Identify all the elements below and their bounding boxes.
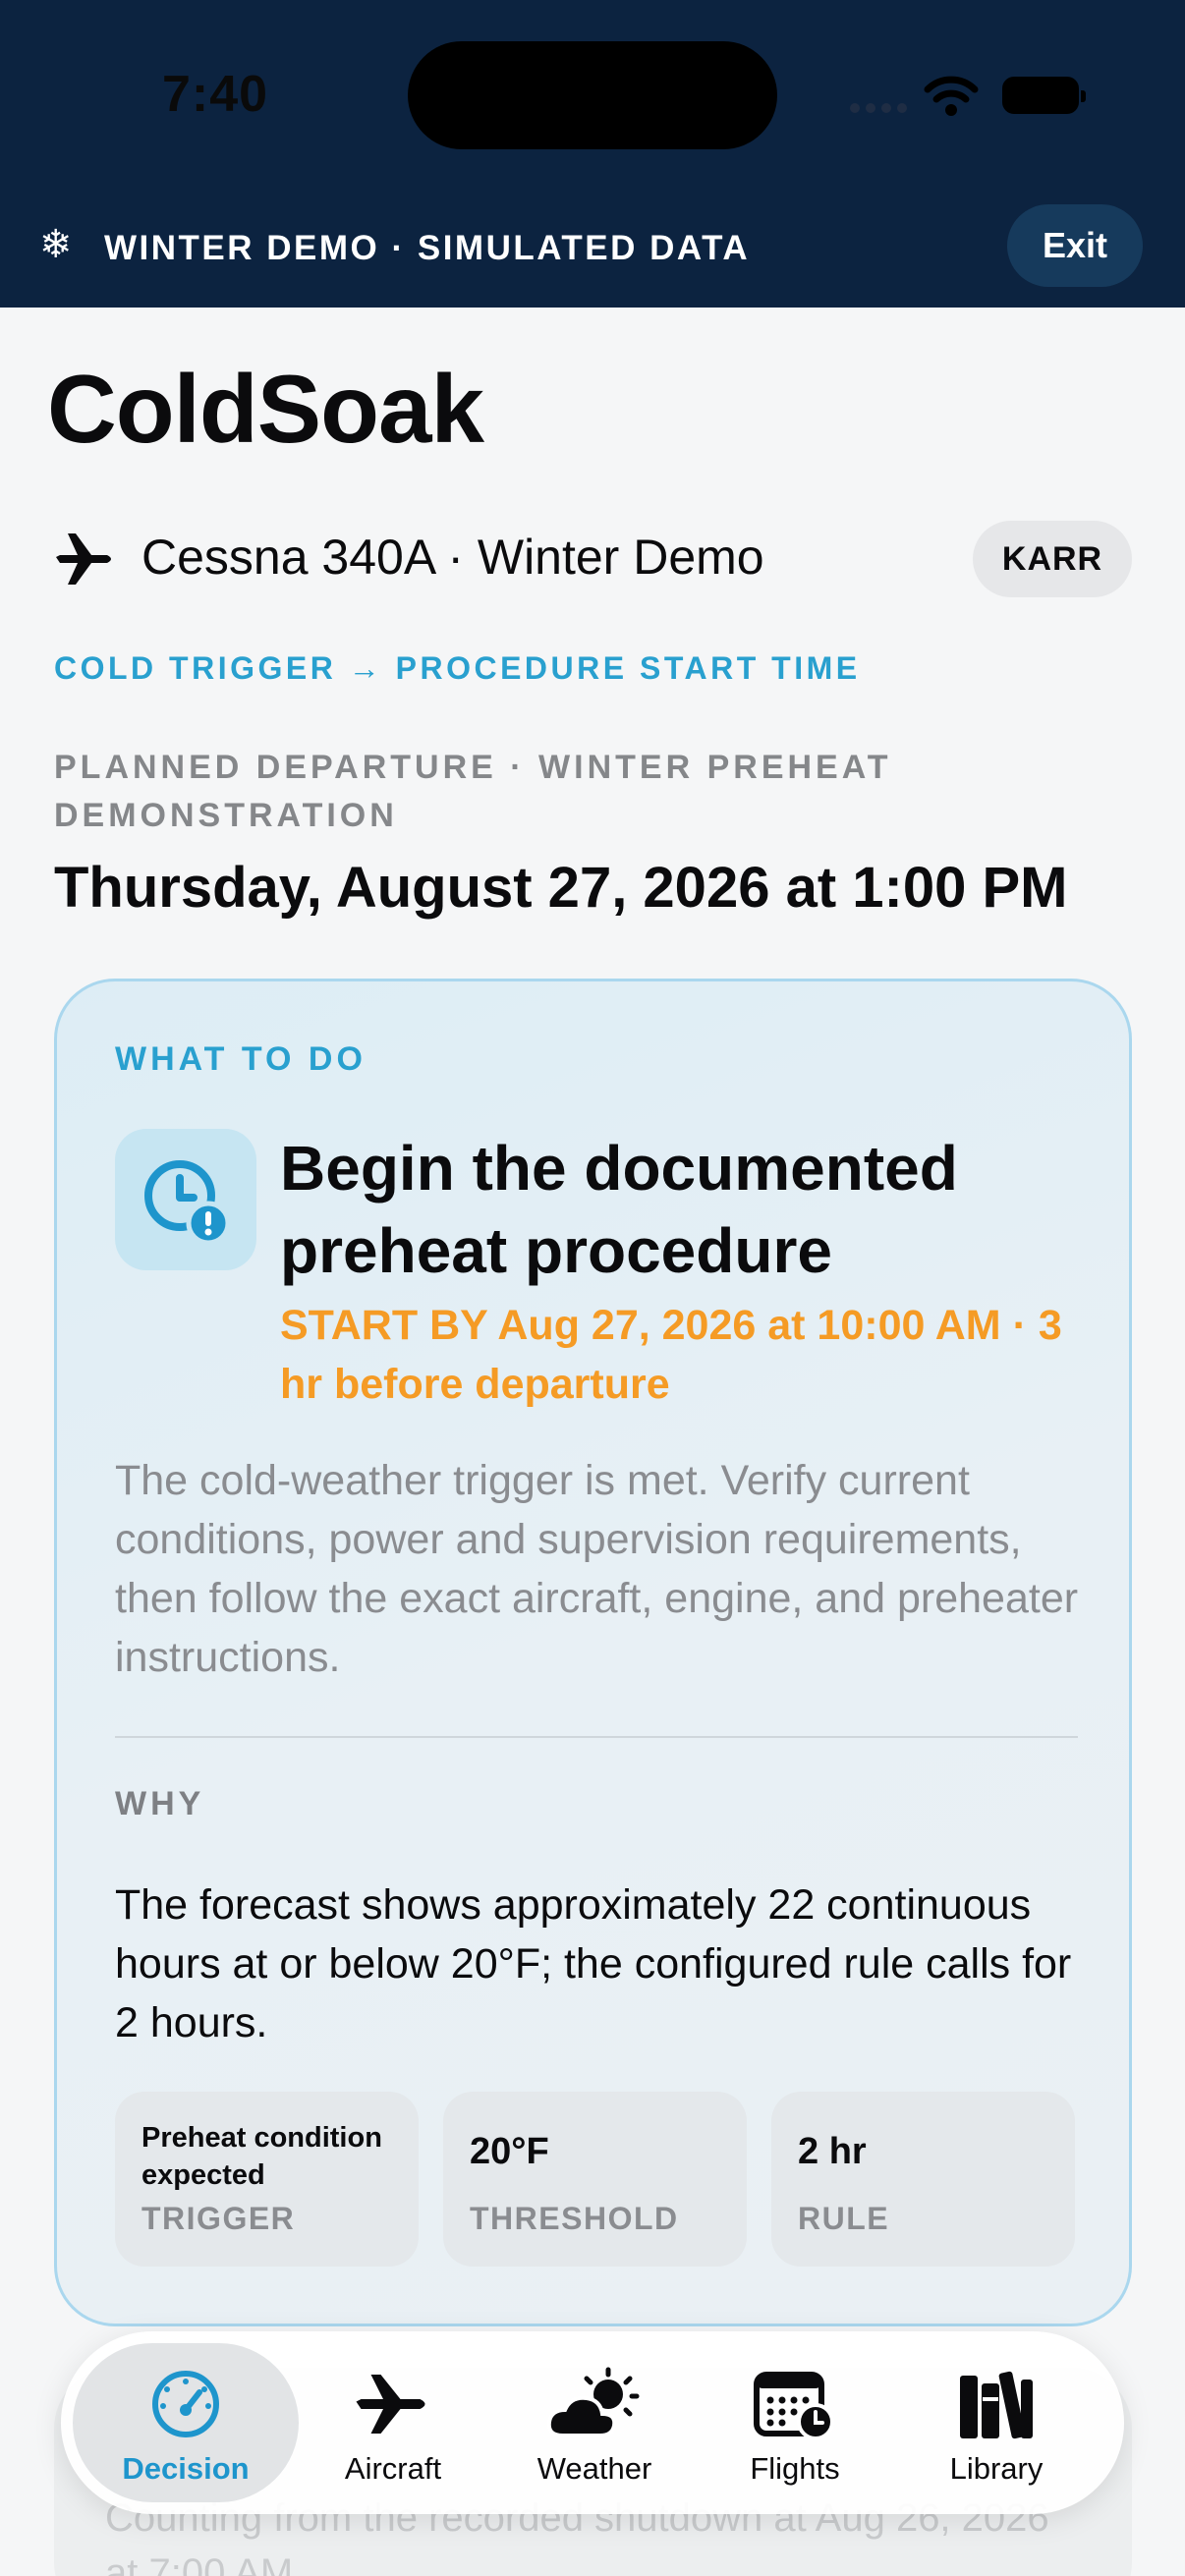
exit-button[interactable]: Exit — [1007, 204, 1143, 287]
stat-key: RULE — [798, 2201, 890, 2236]
calendar-clock-icon — [751, 2365, 839, 2443]
stat-key: TRIGGER — [141, 2201, 296, 2236]
stat-value: 2 hr — [798, 2131, 867, 2172]
divider — [115, 1736, 1078, 1738]
aircraft-name: Cessna 340A · Winter Demo — [141, 530, 764, 585]
cellular-signal-icon — [850, 103, 907, 113]
instructions-text: The cold-weather trigger is met. Verify … — [115, 1457, 1079, 1681]
stat-threshold: 20°F THRESHOLD — [443, 2092, 747, 2267]
stat-value: Preheat condition expected — [141, 2122, 382, 2191]
tab-label: Weather — [536, 2451, 652, 2486]
stat-key: THRESHOLD — [470, 2201, 679, 2236]
dynamic-island — [408, 41, 777, 149]
tab-library[interactable]: Library — [883, 2343, 1109, 2502]
why-label: WHY — [115, 1785, 205, 1822]
start-by-time: START BY Aug 27, 2026 at 10:00 AM · 3 hr… — [280, 1302, 1062, 1408]
cloud-sun-icon — [545, 2365, 644, 2443]
decision-card: WHAT TO DO Begin the documented preheat … — [54, 979, 1132, 2326]
departure-time: Thursday, August 27, 2026 at 1:00 PM — [54, 856, 1068, 920]
airport-badge[interactable]: KARR — [973, 521, 1132, 597]
gauge-icon — [148, 2365, 223, 2443]
why-text: The forecast shows approximately 22 cont… — [115, 1881, 1072, 2046]
tab-label: Flights — [750, 2451, 840, 2486]
tab-label: Decision — [122, 2451, 250, 2486]
books-icon — [954, 2365, 1039, 2443]
stat-rule: 2 hr RULE — [771, 2092, 1075, 2267]
app-title: ColdSoak — [47, 355, 484, 463]
departure-label: PLANNED DEPARTURE · WINTER PREHEAT DEMON… — [54, 749, 892, 834]
status-time: 7:40 — [162, 66, 269, 123]
snowflake-icon: ❄ — [39, 223, 73, 266]
section-label: COLD TRIGGER → PROCEDURE START TIME — [54, 650, 861, 686]
stat-trigger: Preheat condition expected TRIGGER — [115, 2092, 419, 2267]
tab-weather[interactable]: Weather — [481, 2343, 707, 2502]
tab-label: Library — [949, 2451, 1044, 2486]
action-title: Begin the documented preheat procedure — [280, 1133, 958, 1286]
battery-icon — [1002, 77, 1086, 114]
top-banner-area: 7:40 ❄ WINTER DEMO · SIMULATED DATA Exit — [0, 0, 1185, 308]
tab-aircraft[interactable]: Aircraft — [280, 2343, 506, 2502]
wifi-icon — [924, 76, 979, 116]
tab-decision[interactable]: Decision — [73, 2343, 299, 2502]
tab-label: Aircraft — [344, 2451, 442, 2486]
stat-value: 20°F — [470, 2131, 549, 2172]
demo-banner-text: WINTER DEMO · SIMULATED DATA — [104, 229, 751, 267]
airplane-icon — [354, 2365, 432, 2443]
tab-bar: Decision Aircraft Weather Flights Librar… — [61, 2331, 1124, 2514]
card-label: WHAT TO DO — [115, 1040, 367, 1078]
tab-flights[interactable]: Flights — [682, 2343, 908, 2502]
clock-alert-icon — [115, 1129, 256, 1270]
airplane-icon — [56, 533, 111, 585]
